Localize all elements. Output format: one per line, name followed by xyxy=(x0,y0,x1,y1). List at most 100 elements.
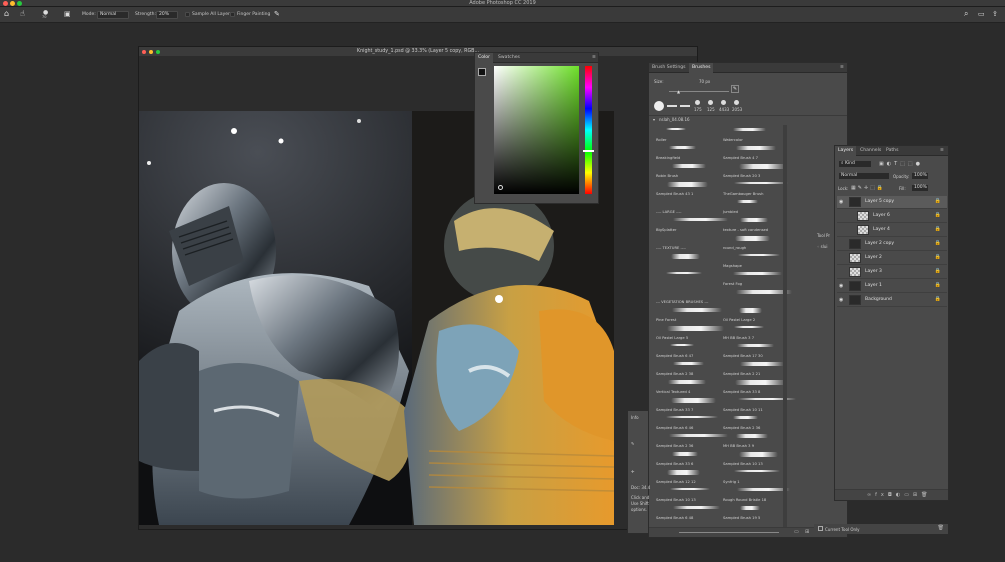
layer-kind-filter[interactable]: ⌕ Kind xyxy=(838,160,872,168)
current-tool-only-checkbox[interactable] xyxy=(818,526,823,531)
layer-row[interactable]: Layer 3 🔒 xyxy=(837,266,947,279)
recent-brush-stroke[interactable] xyxy=(680,105,690,107)
recent-brush-stroke[interactable] xyxy=(667,105,677,107)
brush-item[interactable] xyxy=(723,287,792,304)
layer-row[interactable]: ◉ Layer 5 copy 🔒 xyxy=(837,196,947,209)
sample-all-layers-checkbox[interactable] xyxy=(185,12,190,17)
brush-item[interactable]: Sampled Brush 2 21 xyxy=(723,359,789,376)
brush-item[interactable]: Sampled Brush 2 36 xyxy=(723,413,789,430)
doc-minimize-button[interactable] xyxy=(149,50,153,54)
eye-icon[interactable]: ◉ xyxy=(839,297,843,303)
brush-item[interactable]: MH BB Brush 3 7 xyxy=(723,323,789,340)
layer-row[interactable]: ◉ Layer 1 🔒 xyxy=(837,280,947,293)
tab-swatches[interactable]: Swatches xyxy=(495,53,523,63)
brush-item[interactable]: Sampled Brush 10 11 xyxy=(723,395,796,412)
brush-item[interactable]: Sampled Brush 10 13 xyxy=(723,449,789,466)
brush-item[interactable]: Vertical Textured 4 xyxy=(656,377,722,394)
brush-item[interactable]: Sampled Brush 19 5 xyxy=(723,503,789,520)
brush-item[interactable]: Sampled Brush 12 12 xyxy=(656,467,722,484)
finger-painting-checkbox[interactable] xyxy=(230,12,235,17)
layer-row[interactable]: Layer 2 copy 🔒 xyxy=(837,238,947,251)
layer-row[interactable]: ◉ Background 🔒 xyxy=(837,294,947,307)
layer-filter-icons[interactable]: ▣◐T⬚⬚● xyxy=(879,161,923,167)
brush-item[interactable]: Sampled Brush 10 13 xyxy=(656,485,722,502)
doc-close-button[interactable] xyxy=(142,50,146,54)
brush-item[interactable]: ---- TEXTURE ---- xyxy=(656,233,722,250)
brush-item[interactable]: Watercolor xyxy=(723,125,789,142)
brush-item[interactable]: round_rough xyxy=(723,233,789,250)
brush-item[interactable]: Sampled Brush 6 47 xyxy=(656,341,722,358)
brush-item[interactable]: --- VEGETATION BRUSHES --- xyxy=(656,287,722,304)
brush-item[interactable]: TheGambauger Brush xyxy=(723,179,789,196)
brush-item[interactable]: Synfrig 1 xyxy=(723,467,789,484)
brush-item[interactable]: Sampled Brush 4 7 xyxy=(723,143,789,160)
recent-brush-round[interactable] xyxy=(654,101,664,111)
layer-row[interactable]: Layer 6 🔒 xyxy=(837,210,947,223)
brush-item[interactable]: Sampled Brush 33 8 xyxy=(723,377,789,394)
brush-item[interactable] xyxy=(656,251,722,268)
blend-mode-select[interactable]: Normal xyxy=(838,172,890,180)
recent-brush-dot[interactable] xyxy=(734,100,739,105)
brush-item[interactable]: ---- LARGE ---- xyxy=(656,197,722,214)
brush-item[interactable]: Sampled Brush 17 30 xyxy=(723,341,789,358)
workspace-icon[interactable]: ▭ xyxy=(978,9,985,19)
share-icon[interactable]: ⇪ xyxy=(992,9,998,19)
layer-row[interactable]: Layer 4 🔒 xyxy=(837,224,947,237)
panel-menu-icon[interactable]: ≡ xyxy=(937,146,947,156)
foreground-color-swatch[interactable] xyxy=(478,68,486,76)
brush-item[interactable]: Pine Forest xyxy=(656,305,722,322)
new-brush-icon[interactable]: ⊞ xyxy=(805,529,809,535)
layer-list[interactable]: ◉ Layer 5 copy 🔒 Layer 6 🔒 Layer 4 🔒 Layer 2 co… xyxy=(835,196,948,486)
tab-paths[interactable]: Paths xyxy=(883,146,902,156)
document-tab[interactable]: Knight_study_1.psd @ 33.3% (Layer 5 copy… xyxy=(139,47,697,56)
brush-item[interactable]: BigSplatter xyxy=(656,215,728,232)
angle-icon[interactable]: ✎ xyxy=(274,9,280,19)
lock-icons[interactable]: ▦✎✛⬚🔒 xyxy=(851,185,885,191)
size-slider-handle[interactable]: ▲ xyxy=(677,89,680,94)
brush-settings-icon[interactable]: ▣ xyxy=(64,9,71,19)
folder-icon[interactable]: ▭ xyxy=(794,529,799,535)
brush-item[interactable]: Sampled Brush 43 1 xyxy=(656,179,722,196)
brush-item[interactable]: Sampled Brush 20 3 xyxy=(723,161,789,178)
fill-input[interactable]: 100% xyxy=(911,184,929,192)
brush-item[interactable]: Sampled Brush 2 38 xyxy=(656,359,722,376)
brush-item[interactable]: Robin Brush xyxy=(656,161,722,178)
brush-item[interactable]: Magshape xyxy=(723,251,789,268)
layer-action-icons[interactable]: ∞fx◘◐▭⊞🗑 xyxy=(867,492,931,498)
doc-zoom-button[interactable] xyxy=(156,50,160,54)
brush-item[interactable]: Jumbled xyxy=(723,197,789,214)
brush-item[interactable]: Oil Pastel Large 2 xyxy=(723,305,789,322)
brush-item[interactable]: Sampled Brush 33 7 xyxy=(656,395,722,412)
tool-preset-item[interactable]: ◦ slui xyxy=(817,244,827,249)
brush-item[interactable]: Roller xyxy=(656,125,722,142)
brush-list[interactable]: Roller Watercolor Breakingfield Sampled Bru… xyxy=(656,125,840,527)
opacity-input[interactable]: 100% xyxy=(911,172,929,180)
saturation-brightness-field[interactable] xyxy=(494,66,579,194)
brush-list-scrollbar[interactable] xyxy=(783,125,787,527)
recent-brush-dot[interactable] xyxy=(695,100,700,105)
brush-item[interactable]: Rough Round Bristle 18 xyxy=(723,485,790,502)
hue-slider-handle[interactable] xyxy=(583,150,594,152)
eye-icon[interactable]: ◉ xyxy=(839,199,843,205)
search-icon[interactable]: ⌕ xyxy=(964,9,968,19)
recent-brush-dot[interactable] xyxy=(721,100,726,105)
strength-input[interactable]: 20% xyxy=(156,11,178,19)
eye-icon[interactable]: ◉ xyxy=(839,283,843,289)
new-brush-icon[interactable]: ✎ xyxy=(731,85,739,93)
tab-channels[interactable]: Channels xyxy=(857,146,884,156)
brush-item[interactable]: Breakingfield xyxy=(656,143,722,160)
panel-menu-icon[interactable]: ≡ xyxy=(837,63,847,73)
mode-select[interactable]: Normal xyxy=(97,11,129,19)
tab-brushes[interactable]: Brushes xyxy=(689,63,714,73)
tab-color[interactable]: Color xyxy=(475,53,493,63)
tab-brush-settings[interactable]: Brush Settings xyxy=(649,63,689,73)
smudge-tool-icon[interactable]: ☝ xyxy=(20,9,25,19)
brush-item[interactable] xyxy=(656,269,722,286)
layer-row[interactable]: Layer 2 🔒 xyxy=(837,252,947,265)
home-icon[interactable]: ⌂ xyxy=(4,9,9,19)
chevron-down-icon[interactable]: ▾ xyxy=(653,117,655,122)
brush-item[interactable]: Oil Pastel Large 5 xyxy=(656,323,724,340)
brush-item[interactable]: texture - soft condensed xyxy=(723,215,789,232)
hue-slider[interactable] xyxy=(583,66,594,194)
brush-item[interactable]: Sampled Brush 6 48 xyxy=(656,503,722,520)
